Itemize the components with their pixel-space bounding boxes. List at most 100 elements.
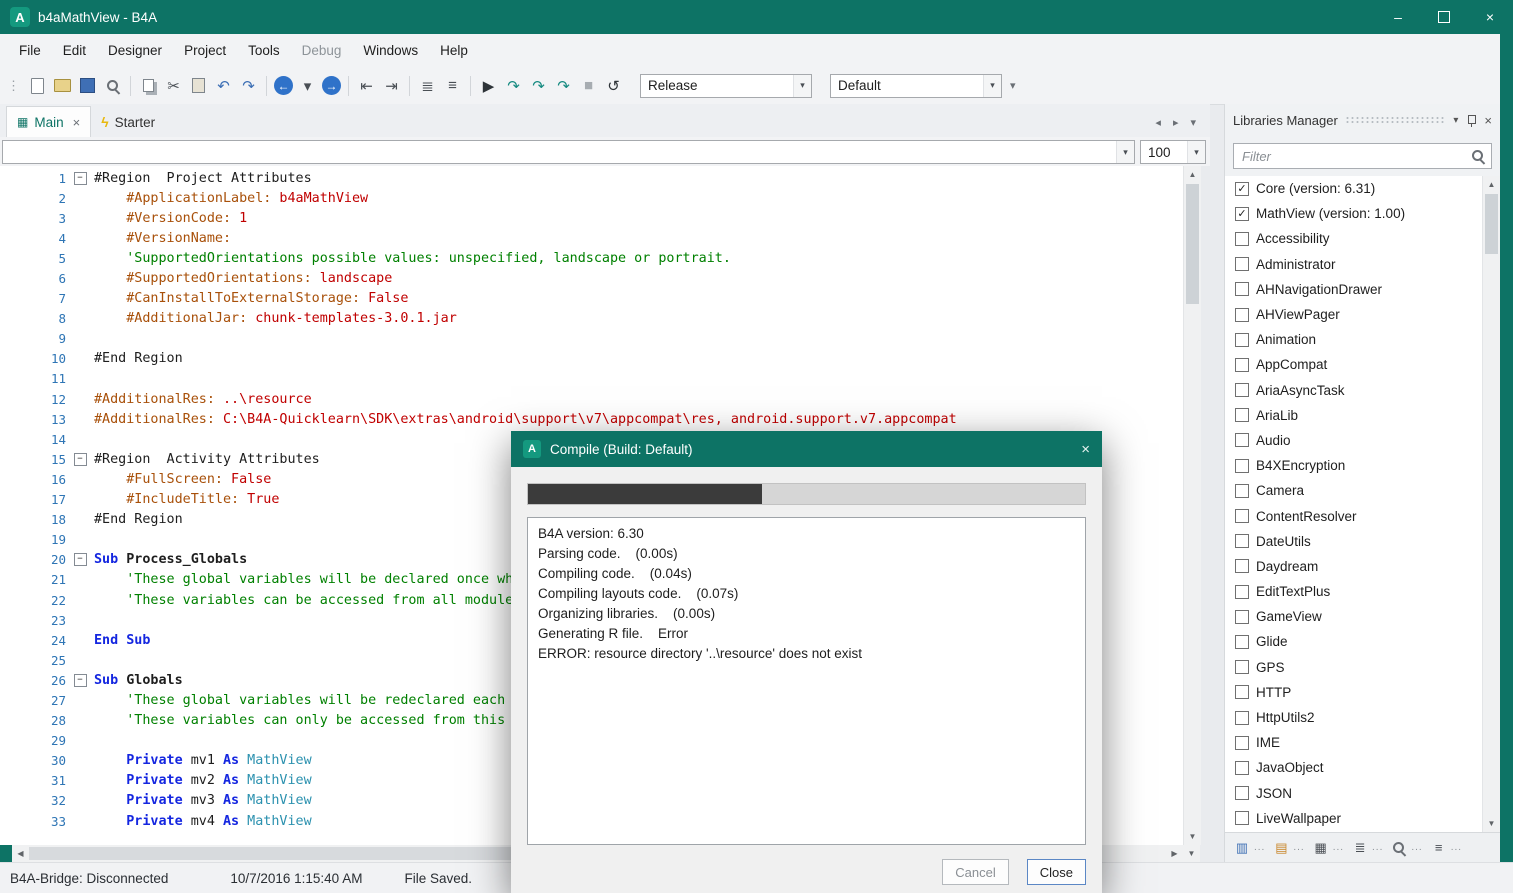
menu-item-designer[interactable]: Designer [97,43,173,58]
library-item[interactable]: ContentResolver [1225,503,1501,528]
scroll-up-icon[interactable]: ▲ [1483,176,1500,193]
library-item[interactable]: ✓Core (version: 6.31) [1225,176,1501,201]
dialog-close-icon[interactable]: × [1081,441,1090,458]
menu-item-file[interactable]: File [8,43,52,58]
close-button[interactable]: × [1467,0,1513,34]
zoom-dropdown[interactable]: 100 ▾ [1140,140,1206,164]
library-item[interactable]: Administrator [1225,252,1501,277]
outdent-icon[interactable]: ⇤ [354,75,379,97]
library-item[interactable]: Animation [1225,327,1501,352]
library-item[interactable]: AHViewPager [1225,302,1501,327]
library-checkbox[interactable] [1235,786,1249,800]
library-checkbox[interactable]: ✓ [1235,182,1249,196]
library-checkbox[interactable]: ✓ [1235,207,1249,221]
library-item[interactable]: GPS [1225,655,1501,680]
tab-scroll-right-icon[interactable]: ▸ [1173,116,1179,129]
library-item[interactable]: LiveWallpaper [1225,806,1501,831]
library-checkbox[interactable] [1235,308,1249,322]
library-item[interactable]: Daydream [1225,554,1501,579]
library-checkbox[interactable] [1235,559,1249,573]
library-checkbox[interactable] [1235,711,1249,725]
menu-item-help[interactable]: Help [429,43,479,58]
back-history-dropdown-icon[interactable]: ▾ [295,75,320,97]
editor-vertical-scrollbar[interactable]: ▲ ▼ [1183,166,1201,845]
library-item[interactable]: AHNavigationDrawer [1225,277,1501,302]
copy-icon[interactable] [136,75,161,97]
fold-toggle-icon[interactable]: − [74,674,87,687]
scroll-left-icon[interactable]: ◀ [12,845,29,862]
library-checkbox[interactable] [1235,383,1249,397]
code-navigator-dropdown[interactable]: ▾ [2,140,1135,164]
library-checkbox[interactable] [1235,811,1249,825]
library-item[interactable]: DateUtils [1225,529,1501,554]
chevron-down-icon[interactable]: ▾ [793,75,811,97]
indent-icon[interactable]: ⇥ [379,75,404,97]
library-item[interactable]: HTTP [1225,680,1501,705]
save-icon[interactable] [75,75,100,97]
chevron-down-icon[interactable]: ▾ [1187,141,1205,163]
tab-starter[interactable]: ϟStarter [91,107,165,137]
library-checkbox[interactable] [1235,459,1249,473]
menu-item-debug[interactable]: Debug [291,43,353,58]
library-checkbox[interactable] [1235,358,1249,372]
minimize-button[interactable]: – [1375,0,1421,34]
scrollbar-thumb[interactable] [1186,184,1199,304]
panel-modules-icon[interactable]: ▦ [1312,839,1330,857]
library-item[interactable]: HttpUtils2 [1225,705,1501,730]
panel-list-icon[interactable]: ≣ [1351,839,1369,857]
navigate-forward-icon[interactable]: → [322,76,341,95]
fold-toggle-icon[interactable]: − [74,453,87,466]
library-item[interactable]: Audio [1225,428,1501,453]
tab-list-icon[interactable]: ▾ [1190,116,1196,129]
menu-item-tools[interactable]: Tools [237,43,291,58]
scroll-down-icon[interactable]: ▼ [1184,828,1201,845]
redo-icon[interactable]: ↷ [236,75,261,97]
panel-close-icon[interactable]: × [1484,113,1492,128]
panel-files-icon[interactable]: ▤ [1272,839,1290,857]
library-checkbox[interactable] [1235,282,1249,296]
library-checkbox[interactable] [1235,585,1249,599]
library-item[interactable]: B4XEncryption [1225,453,1501,478]
tab-main[interactable]: ▦Main× [6,106,91,137]
panel-logs-icon[interactable]: ≡ [1430,839,1448,857]
libraries-panel-header[interactable]: Libraries Manager ▾ × [1225,104,1500,137]
panel-search-icon[interactable] [1390,839,1408,857]
library-checkbox[interactable] [1235,333,1249,347]
open-file-icon[interactable] [50,75,75,97]
panel-position-icon[interactable]: ▾ [1453,115,1458,126]
dialog-title-bar[interactable]: A Compile (Build: Default) × [511,431,1102,467]
library-checkbox[interactable] [1235,635,1249,649]
step-over-icon[interactable]: ↷ [526,75,551,97]
library-item[interactable]: JSON [1225,781,1501,806]
libraries-scrollbar[interactable]: ▲ ▼ [1482,176,1500,832]
library-checkbox[interactable] [1235,660,1249,674]
restore-button[interactable] [1421,0,1467,34]
tab-scroll-left-icon[interactable]: ◂ [1155,116,1161,129]
step-into-icon[interactable]: ↷ [501,75,526,97]
toolbar-overflow-icon[interactable]: ▾ [1010,79,1016,92]
library-checkbox[interactable] [1235,408,1249,422]
fold-toggle-icon[interactable]: − [74,172,87,185]
menu-item-edit[interactable]: Edit [52,43,97,58]
chevron-down-icon[interactable]: ▾ [983,75,1001,97]
panel-docs-icon[interactable]: ▥ [1233,839,1251,857]
navigate-back-icon[interactable]: ← [274,76,293,95]
fold-toggle-icon[interactable]: − [74,553,87,566]
library-item[interactable]: AriaLib [1225,403,1501,428]
paste-icon[interactable] [186,75,211,97]
close-dialog-button[interactable]: Close [1027,859,1086,885]
panel-drag-handle[interactable] [1345,116,1447,125]
new-file-icon[interactable] [25,75,50,97]
library-checkbox[interactable] [1235,685,1249,699]
library-item[interactable]: IME [1225,730,1501,755]
library-checkbox[interactable] [1235,433,1249,447]
library-item[interactable]: AppCompat [1225,352,1501,377]
library-checkbox[interactable] [1235,610,1249,624]
rebuild-icon[interactable]: ↺ [601,75,626,97]
library-item[interactable]: Accessibility [1225,226,1501,251]
cancel-button[interactable]: Cancel [942,859,1008,885]
library-item[interactable]: JavaObject [1225,755,1501,780]
filter-input[interactable] [1240,148,1471,165]
scroll-down-icon[interactable]: ▼ [1483,815,1500,832]
menu-item-windows[interactable]: Windows [352,43,429,58]
